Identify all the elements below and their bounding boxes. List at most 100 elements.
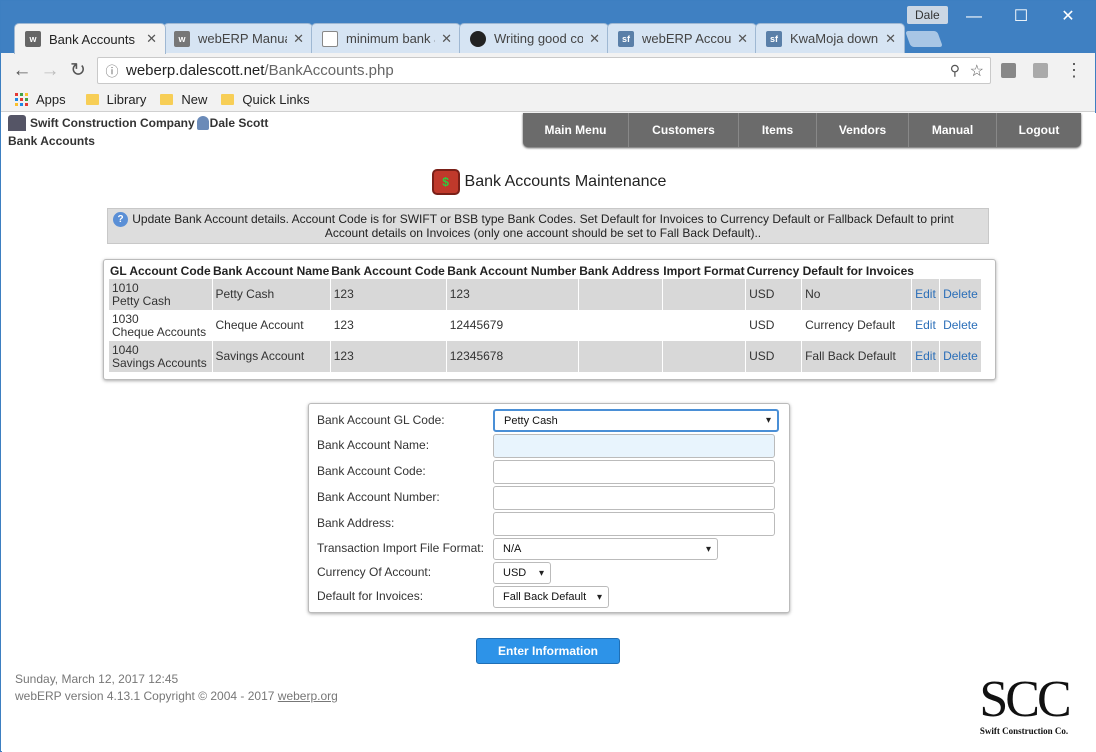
tab-bank-accounts[interactable]: w Bank Accounts ✕ (14, 23, 166, 54)
bookmark-label: Library (106, 91, 147, 107)
address-cell (578, 310, 663, 341)
tab-minimum-bank[interactable]: minimum bank a ✕ (311, 23, 461, 53)
close-icon[interactable]: ✕ (737, 31, 748, 47)
bookmark-library[interactable]: Library (85, 91, 147, 107)
account-name-cell: Cheque Account (212, 310, 331, 341)
weberp-link[interactable]: weberp.org (278, 689, 338, 703)
edit-link[interactable]: Edit (915, 287, 936, 301)
bookmark-quick-links[interactable]: Quick Links (221, 91, 310, 107)
default-invoices-cell: No (801, 279, 913, 310)
page-title: Bank Accounts Maintenance (464, 173, 667, 190)
import-format-cell (662, 279, 747, 310)
account-number-cell: 12445679 (446, 310, 579, 341)
close-icon[interactable]: ✕ (293, 31, 304, 47)
back-icon[interactable]: ← (11, 60, 33, 82)
profile-button[interactable]: Dale (907, 6, 948, 24)
weberp-favicon-icon: w (25, 31, 41, 47)
bookmark-label: Quick Links (242, 91, 310, 107)
close-window-icon[interactable]: ✕ (1053, 7, 1083, 27)
company-header: Swift Construction Company Dale Scott (8, 115, 268, 131)
help-icon: ? (113, 212, 128, 227)
gl-account-cell: 1040 Savings Accounts (109, 341, 213, 372)
edit-link[interactable]: Edit (915, 318, 936, 332)
table-row: 1010 Petty Cash Petty Cash 123 123 USD No… (109, 279, 983, 310)
page-title-row: $ Bank Accounts Maintenance (2, 169, 1096, 195)
nav-vendors[interactable]: Vendors (817, 113, 909, 147)
document-icon (322, 30, 338, 47)
nav-main-menu[interactable]: Main Menu (523, 113, 629, 147)
browser-window: w Bank Accounts ✕ w webERP Manual ✕ mini… (0, 0, 1096, 752)
nav-items[interactable]: Items (739, 113, 817, 147)
company-logo: SCC Swift Construction Co. (972, 674, 1076, 738)
gl-code-label: Bank Account GL Code: (317, 413, 445, 427)
currency-cell: USD (745, 310, 803, 341)
browser-menu-icon[interactable]: ⋮ (1065, 60, 1083, 81)
bookmark-apps[interactable]: Apps (15, 92, 66, 107)
folder-icon (221, 93, 235, 105)
info-icon[interactable]: ⓘ (98, 61, 126, 80)
nav-manual[interactable]: Manual (909, 113, 997, 147)
tab-title: minimum bank a (346, 31, 436, 46)
breadcrumb: Bank Accounts (8, 134, 95, 148)
tab-title: KwaMoja downl (790, 31, 880, 46)
default-invoices-label: Default for Invoices: (317, 589, 424, 603)
tab-writing-good[interactable]: Writing good co ✕ (459, 23, 609, 53)
delete-link[interactable]: Delete (943, 318, 978, 332)
new-tab-button[interactable] (905, 31, 943, 47)
gl-name: Savings Accounts (112, 355, 207, 370)
address-cell (578, 341, 663, 372)
bank-address-input[interactable] (493, 512, 775, 536)
account-code-input[interactable] (493, 460, 775, 484)
account-number-label: Bank Account Number: (317, 490, 440, 504)
column-header: Currency (746, 264, 800, 278)
bookmark-new[interactable]: New (160, 92, 207, 107)
tab-title: webERP Accoun (642, 31, 732, 46)
account-number-input[interactable] (493, 486, 775, 510)
default-invoices-cell: Fall Back Default (801, 341, 913, 372)
bookmarks-bar: Apps Library New Quick Links (1, 87, 1095, 112)
bookmark-label: Apps (36, 91, 66, 107)
enter-information-button[interactable]: Enter Information (476, 638, 620, 664)
bookmark-star-icon[interactable]: ☆ (970, 61, 984, 81)
nav-customers[interactable]: Customers (629, 113, 739, 147)
table-row: 1040 Savings Accounts Savings Account 123… (109, 341, 983, 372)
forward-icon[interactable]: → (39, 60, 61, 82)
tab-weberp-manual[interactable]: w webERP Manual ✕ (163, 23, 313, 53)
edit-link[interactable]: Edit (915, 349, 936, 363)
minimize-icon[interactable]: — (959, 7, 989, 27)
account-name-input[interactable] (493, 434, 775, 458)
tab-kwamoja[interactable]: sf KwaMoja downl ✕ (755, 23, 905, 53)
tab-title: Writing good co (494, 31, 584, 46)
footer: Sunday, March 12, 2017 12:45 webERP vers… (15, 671, 338, 705)
close-icon[interactable]: ✕ (146, 31, 157, 47)
gl-code-select[interactable]: Petty Cash (493, 409, 779, 432)
currency-value: USD (503, 567, 527, 579)
column-header: Bank Address (579, 264, 660, 278)
reload-icon[interactable]: ↻ (67, 60, 89, 82)
maximize-icon[interactable]: ☐ (1006, 7, 1036, 27)
info-text: Update Bank Account details. Account Cod… (132, 212, 954, 240)
close-icon[interactable]: ✕ (589, 31, 600, 47)
user-name[interactable]: Dale Scott (210, 116, 269, 130)
import-format-label: Transaction Import File Format: (317, 541, 484, 555)
close-icon[interactable]: ✕ (441, 31, 452, 47)
extension-icon[interactable] (1033, 63, 1048, 78)
delete-link[interactable]: Delete (943, 287, 978, 301)
tab-weberp-accounts[interactable]: sf webERP Accoun ✕ (607, 23, 757, 53)
column-header: Bank Account Code (331, 264, 445, 278)
delete-link[interactable]: Delete (943, 349, 978, 363)
close-icon[interactable]: ✕ (885, 31, 896, 47)
column-header: GL Account Code (110, 264, 211, 278)
address-bar[interactable]: ⓘ weberp.dalescott.net/BankAccounts.php … (97, 57, 991, 84)
zoom-icon[interactable]: ⚲ (950, 62, 960, 79)
extension-icon[interactable] (1001, 63, 1016, 78)
tab-title: webERP Manual (198, 31, 288, 46)
currency-select[interactable]: USD (493, 562, 551, 584)
currency-label: Currency Of Account: (317, 565, 432, 579)
import-format-select[interactable]: N/A (493, 538, 718, 560)
nav-logout[interactable]: Logout (997, 113, 1081, 147)
default-invoices-select[interactable]: Fall Back Default (493, 586, 609, 608)
account-name-cell: Savings Account (212, 341, 331, 372)
user-icon (196, 116, 209, 130)
account-number-cell: 123 (446, 279, 579, 310)
